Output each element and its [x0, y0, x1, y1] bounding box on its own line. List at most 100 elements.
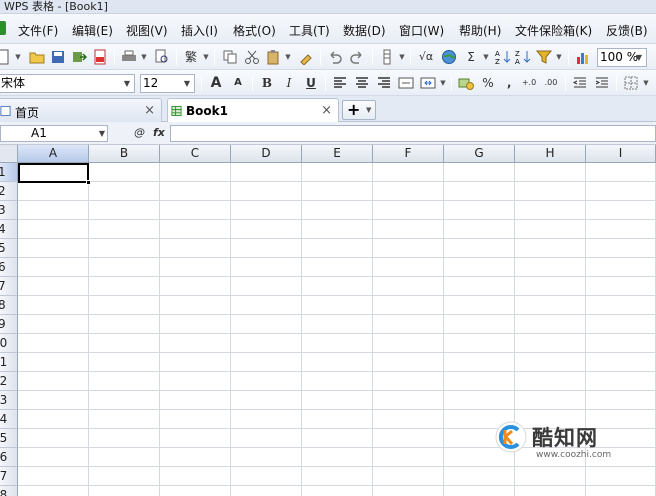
fill-handle[interactable]	[86, 180, 91, 185]
row-header-8[interactable]: 8	[0, 296, 18, 315]
print-icon[interactable]	[120, 48, 138, 66]
paste-dropdown-icon[interactable]: ▼	[284, 48, 292, 66]
increase-indent-icon[interactable]	[593, 74, 611, 92]
open-folder-icon[interactable]	[28, 48, 46, 66]
row-header-10[interactable]: 10	[0, 334, 18, 353]
menu-tools[interactable]: 工具(T)	[289, 22, 330, 39]
insert-function-button[interactable]: √α	[415, 48, 437, 66]
column-header-d[interactable]: D	[231, 145, 302, 163]
menu-view[interactable]: 视图(V)	[126, 22, 168, 39]
copy-icon[interactable]	[221, 48, 239, 66]
zoom-dropdown-icon[interactable]: ▼	[633, 49, 645, 66]
traditional-dropdown-icon[interactable]: ▼	[202, 48, 210, 66]
undo-icon[interactable]	[326, 48, 344, 66]
row-header-7[interactable]: 7	[0, 277, 18, 296]
decrease-indent-icon[interactable]	[571, 74, 589, 92]
menu-help[interactable]: 帮助(H)	[459, 22, 501, 39]
merge-cells-icon[interactable]	[397, 74, 415, 92]
row-header-2[interactable]: 2	[0, 182, 18, 201]
row-column-icon[interactable]	[378, 48, 396, 66]
decrease-decimal-button[interactable]: .00	[542, 74, 560, 92]
row-header-13[interactable]: 13	[0, 391, 18, 410]
row-header-3[interactable]: 3	[0, 201, 18, 220]
column-header-i[interactable]: I	[586, 145, 656, 163]
bold-button[interactable]: B	[258, 74, 276, 92]
row-header-11[interactable]: 11	[0, 353, 18, 372]
column-header-g[interactable]: G	[444, 145, 515, 163]
row-header-16[interactable]: 16	[0, 448, 18, 467]
chart-icon[interactable]	[574, 48, 592, 66]
select-all-corner[interactable]	[0, 145, 18, 163]
menu-edit[interactable]: 编辑(E)	[72, 22, 113, 39]
row-header-1[interactable]: 1	[0, 163, 18, 182]
row-header-12[interactable]: 12	[0, 372, 18, 391]
column-header-b[interactable]: B	[89, 145, 160, 163]
new-tab-button[interactable]: + ▼	[342, 100, 376, 120]
comma-style-button[interactable]: ‚	[500, 74, 518, 92]
column-header-e[interactable]: E	[302, 145, 373, 163]
sort-descending-icon[interactable]: ZA	[514, 48, 532, 66]
borders-dropdown-icon[interactable]: ▼	[642, 74, 650, 92]
underline-button[interactable]: U	[302, 74, 320, 92]
increase-decimal-button[interactable]: +.0	[520, 74, 538, 92]
menu-format[interactable]: 格式(O)	[233, 22, 276, 39]
save-icon[interactable]	[49, 48, 67, 66]
row-header-5[interactable]: 5	[0, 239, 18, 258]
wps-logo-icon[interactable]	[0, 21, 6, 35]
filter-icon[interactable]	[535, 48, 553, 66]
chevron-down-icon[interactable]: ▼	[366, 106, 371, 114]
grow-font-button[interactable]: A	[207, 74, 225, 92]
menu-file[interactable]: 文件(F)	[18, 22, 58, 39]
merge-center-icon[interactable]	[419, 74, 437, 92]
name-box-dropdown-icon[interactable]: ▼	[99, 126, 105, 141]
redo-icon[interactable]	[348, 48, 366, 66]
share-icon[interactable]	[70, 48, 88, 66]
autosum-dropdown-icon[interactable]: ▼	[482, 48, 490, 66]
column-header-f[interactable]: F	[373, 145, 444, 163]
font-size-dropdown-icon[interactable]: ▼	[181, 75, 193, 92]
currency-format-icon[interactable]	[457, 74, 475, 92]
row-column-dropdown-icon[interactable]: ▼	[398, 48, 406, 66]
tab-home[interactable]: 首页 ×	[0, 98, 162, 122]
row-header-18[interactable]: 18	[0, 486, 18, 496]
percent-format-button[interactable]: %	[479, 74, 497, 92]
row-header-6[interactable]: 6	[0, 258, 18, 277]
align-left-icon[interactable]	[331, 74, 349, 92]
column-header-a[interactable]: A	[18, 145, 89, 163]
menu-insert[interactable]: 插入(I)	[181, 22, 218, 39]
format-painter-icon[interactable]	[297, 48, 315, 66]
merge-dropdown-icon[interactable]: ▼	[439, 74, 447, 92]
close-icon[interactable]: ×	[144, 103, 155, 118]
export-pdf-icon[interactable]	[91, 48, 109, 66]
align-center-icon[interactable]	[353, 74, 371, 92]
globe-icon[interactable]	[440, 48, 458, 66]
autosum-button[interactable]: Σ	[462, 48, 480, 66]
font-size-select[interactable]: 12 ▼	[140, 74, 195, 93]
formula-input[interactable]	[170, 125, 656, 142]
column-header-c[interactable]: C	[160, 145, 231, 163]
cut-icon[interactable]	[243, 48, 261, 66]
menu-data[interactable]: 数据(D)	[343, 22, 386, 39]
menu-feedback[interactable]: 反馈(B)	[606, 22, 648, 39]
italic-button[interactable]: I	[280, 74, 298, 92]
column-header-h[interactable]: H	[515, 145, 586, 163]
new-document-icon[interactable]	[0, 48, 12, 66]
name-box[interactable]: A1 ▼	[0, 125, 108, 142]
row-header-9[interactable]: 9	[0, 315, 18, 334]
print-preview-icon[interactable]	[153, 48, 171, 66]
filter-dropdown-icon[interactable]: ▼	[555, 48, 563, 66]
font-name-select[interactable]: 宋体 ▼	[0, 74, 135, 93]
row-header-17[interactable]: 17	[0, 467, 18, 486]
shrink-font-button[interactable]: A	[229, 74, 247, 92]
menu-file-safe[interactable]: 文件保险箱(K)	[515, 22, 592, 39]
fx-button[interactable]: fx	[153, 126, 165, 139]
tab-book1[interactable]: Book1 ×	[167, 98, 339, 123]
paste-icon[interactable]	[264, 48, 282, 66]
row-header-15[interactable]: 15	[0, 429, 18, 448]
print-dropdown-icon[interactable]: ▼	[140, 48, 148, 66]
borders-icon[interactable]	[622, 74, 640, 92]
font-name-dropdown-icon[interactable]: ▼	[121, 75, 133, 92]
row-header-14[interactable]: 14	[0, 410, 18, 429]
traditional-chinese-button[interactable]: 繁	[182, 48, 200, 66]
active-cell[interactable]	[18, 163, 91, 185]
